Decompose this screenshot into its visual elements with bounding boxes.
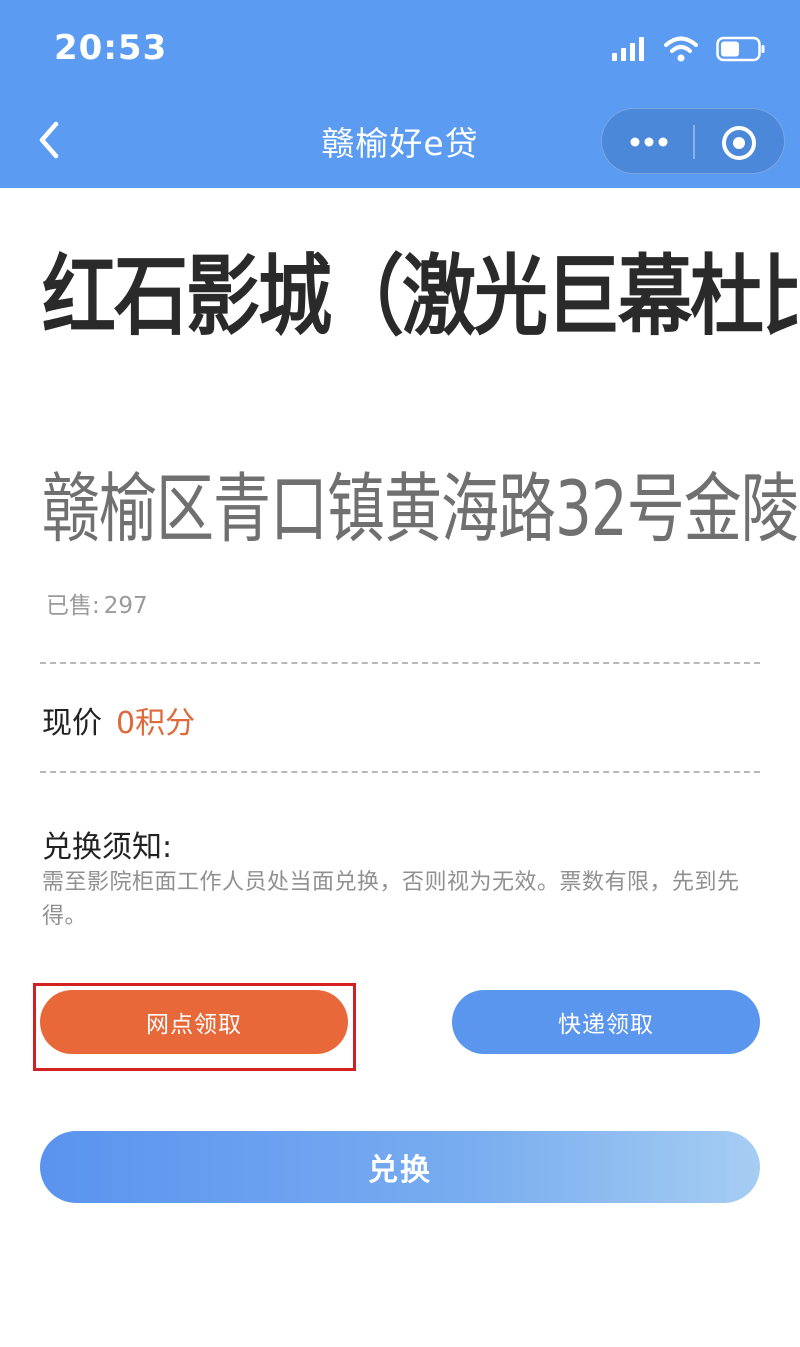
notice-text: 需至影院柜面工作人员处当面兑换，否则视为无效。票数有限，先到先得。 bbox=[42, 870, 740, 929]
battery-icon bbox=[716, 36, 765, 62]
wifi-icon bbox=[664, 36, 698, 62]
notice-title: 兑换须知: bbox=[42, 830, 173, 865]
app-header: 20:53 赣榆好e贷 bbox=[0, 0, 800, 188]
price-label: 现价 bbox=[42, 706, 102, 741]
signal-icon bbox=[612, 37, 644, 61]
highlight-box bbox=[33, 983, 356, 1071]
product-address: 赣榆区青口镇黄海路32号金陵购物广场四楼 bbox=[42, 464, 800, 554]
close-circle-icon[interactable] bbox=[720, 124, 758, 162]
divider bbox=[40, 771, 760, 773]
price-value: 0积分 bbox=[116, 706, 196, 741]
express-pickup-button[interactable]: 快递领取 bbox=[452, 990, 760, 1054]
sold-label: 已售: bbox=[46, 593, 100, 619]
status-time: 20:53 bbox=[54, 28, 168, 68]
sold-count: 已售: 297 bbox=[42, 586, 148, 620]
status-icons bbox=[612, 34, 766, 64]
product-title: 红石影城（激光巨幕杜比全景声赣 bbox=[42, 246, 800, 348]
capsule-divider bbox=[693, 125, 695, 159]
more-dots-icon[interactable] bbox=[626, 127, 672, 157]
sold-value: 297 bbox=[103, 593, 148, 619]
exchange-button[interactable]: 兑换 bbox=[40, 1131, 760, 1203]
divider bbox=[40, 662, 760, 664]
price-row: 现价 0积分 bbox=[42, 698, 195, 742]
mini-program-capsule bbox=[601, 108, 785, 174]
